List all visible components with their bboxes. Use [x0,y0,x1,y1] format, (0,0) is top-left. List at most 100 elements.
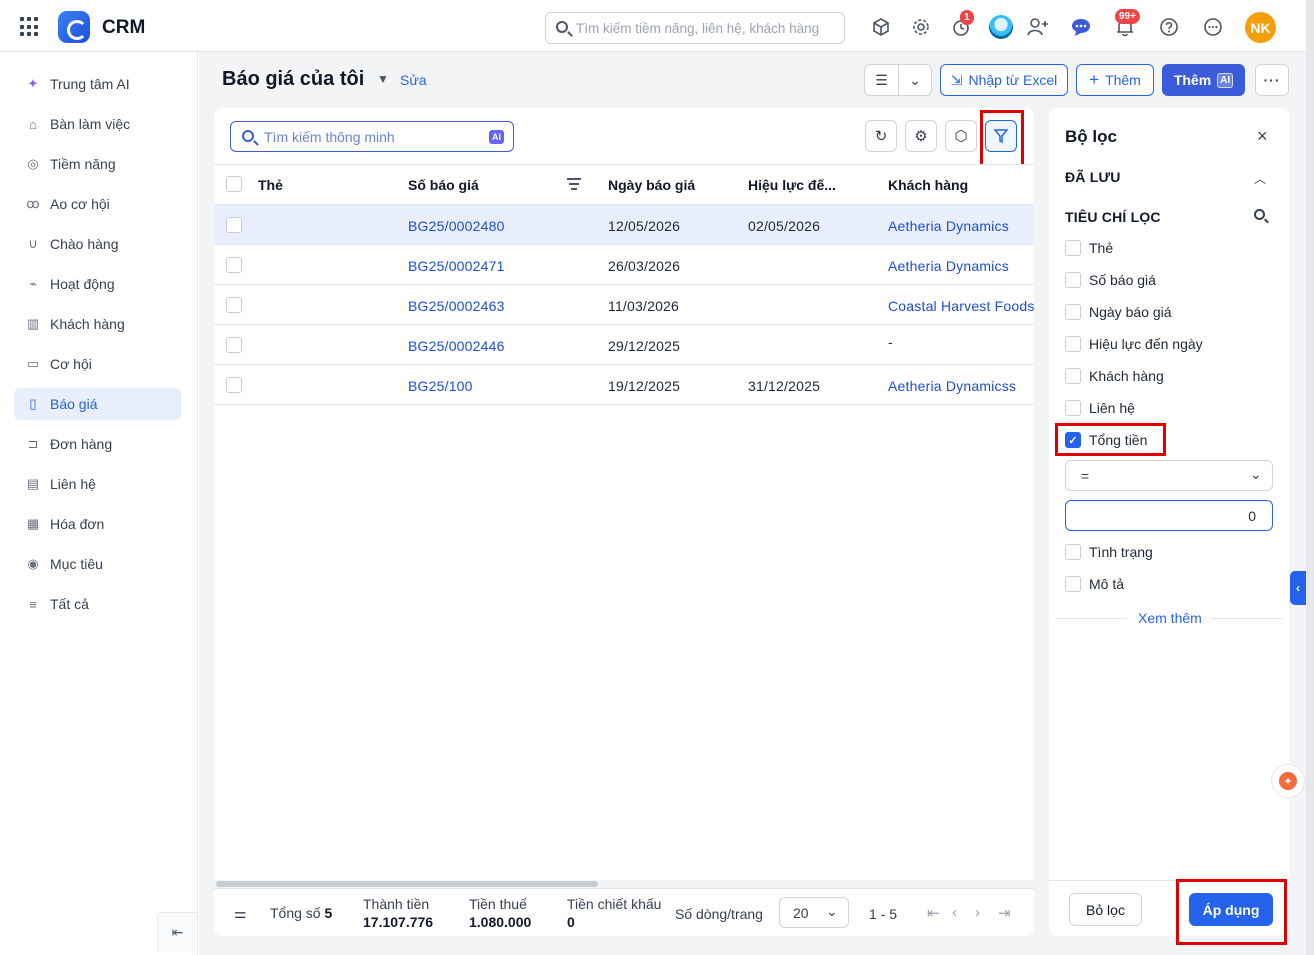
page-title[interactable]: Báo giá của tôi [222,68,364,91]
criterion-contact[interactable]: Liên hệ [1065,399,1135,417]
scrollbar-thumb[interactable] [216,881,598,887]
sidebar-item-activities[interactable]: ⌁ Hoạt động [14,268,181,300]
global-search[interactable] [545,12,845,44]
customer-link[interactable]: Aetheria Dynamics [888,258,1009,274]
chevron-up-icon[interactable]: ︿ [1254,170,1266,187]
select-all-checkbox[interactable] [226,176,242,192]
floating-assistant-button[interactable]: ✦ [1271,764,1305,798]
sidebar-item-opportunity-pool[interactable]: ꝏ Ao cơ hội [14,188,181,220]
customer-link[interactable]: Coastal Harvest Foods [888,298,1035,314]
table-settings-button[interactable]: ⚙ [905,120,937,152]
chevron-down-icon[interactable]: ⌄ [897,65,931,95]
criterion-checkbox[interactable] [1065,336,1081,352]
prev-page-icon[interactable]: ‹ [952,904,957,921]
operator-select[interactable]: = ⌄ [1065,460,1273,491]
first-page-icon[interactable]: ⇤ [927,904,940,922]
package-icon[interactable] [869,15,893,39]
clear-filter-button[interactable]: Bỏ lọc [1069,893,1142,926]
sidebar-item-quotes[interactable]: ▯ Báo giá [14,388,181,420]
help-icon[interactable] [1157,15,1181,39]
saved-filters-section[interactable]: ĐÃ LƯU [1065,169,1121,185]
table-row[interactable]: BG25/0002463 11/03/2026 Coastal Harvest … [214,285,1034,325]
column-header-tag[interactable]: Thẻ [258,177,283,193]
sidebar-item-leads[interactable]: ◎ Tiềm năng [14,148,181,180]
criterion-total-amount[interactable]: ✓ Tổng tiền [1065,431,1147,449]
sidebar-item-contacts[interactable]: ▤ Liên hệ [14,468,181,500]
filter-value-input[interactable] [1074,506,1256,526]
quote-number-link[interactable]: BG25/0002446 [408,338,505,354]
sidebar-item-opportunities[interactable]: ▭ Cơ hội [14,348,181,380]
smart-search[interactable]: AI [230,121,514,152]
import-excel-button[interactable]: ⇲ Nhập từ Excel [940,64,1068,96]
criterion-quote-number[interactable]: Số báo giá [1065,271,1156,289]
row-checkbox[interactable] [226,217,242,233]
user-avatar[interactable]: NK [1245,12,1276,43]
sort-icon[interactable] [567,178,581,190]
summary-settings-icon[interactable]: ⚌ [234,905,247,922]
horizontal-scrollbar[interactable] [214,880,1034,888]
quote-number-link[interactable]: BG25/0002463 [408,298,505,314]
edit-view-link[interactable]: Sửa [400,72,427,88]
criterion-checkbox[interactable] [1065,240,1081,256]
criterion-checkbox-checked[interactable]: ✓ [1065,432,1081,448]
more-apps-icon[interactable] [1201,15,1225,39]
criterion-valid-until[interactable]: Hiệu lực đến ngày [1065,335,1203,353]
criterion-tag[interactable]: Thẻ [1065,239,1113,257]
panel-toggle-tab[interactable]: ‹ [1290,571,1306,605]
customer-link[interactable]: Aetheria Dynamics [888,218,1009,234]
next-page-icon[interactable]: › [975,904,980,921]
sidebar-item-offers[interactable]: ∪ Chào hàng [14,228,181,260]
crm-logo[interactable] [58,11,90,43]
criterion-checkbox[interactable] [1065,304,1081,320]
global-search-input[interactable] [576,18,836,38]
close-icon[interactable]: × [1257,126,1268,147]
package-button[interactable]: ⬡ [945,120,977,152]
chat-icon[interactable] [1069,15,1093,39]
column-header-customer[interactable]: Khách hàng [888,177,968,193]
criteria-search-icon[interactable] [1254,209,1265,220]
criterion-checkbox[interactable] [1065,400,1081,416]
criterion-checkbox[interactable] [1065,576,1081,592]
list-view-icon[interactable]: ☰ [865,65,898,95]
last-page-icon[interactable]: ⇥ [998,904,1011,922]
add-button[interactable]: + Thêm [1076,64,1154,96]
quote-number-link[interactable]: BG25/100 [408,378,473,394]
criterion-status[interactable]: Tình trạng [1065,543,1153,561]
smart-search-input[interactable] [264,127,484,147]
chevron-down-icon[interactable]: ▼ [377,72,389,86]
apply-filter-button[interactable]: Áp dụng [1189,893,1273,926]
more-actions-button[interactable]: ··· [1255,64,1289,96]
criterion-checkbox[interactable] [1065,368,1081,384]
filter-button[interactable] [985,120,1017,152]
sidebar-item-customers[interactable]: ▥ Khách hàng [14,308,181,340]
add-with-ai-button[interactable]: Thêm AI [1162,64,1245,96]
sidebar-item-all[interactable]: ≡ Tất cả [14,588,181,620]
table-row[interactable]: BG25/0002480 12/05/2026 02/05/2026 Aethe… [214,205,1034,245]
sidebar-item-goals[interactable]: ◉ Mục tiêu [14,548,181,580]
app-launcher-icon[interactable] [20,17,40,37]
column-header-quote-date[interactable]: Ngày báo giá [608,177,695,193]
quote-number-link[interactable]: BG25/0002480 [408,218,505,234]
criterion-checkbox[interactable] [1065,272,1081,288]
table-row[interactable]: BG25/0002446 29/12/2025 - [214,325,1034,365]
sidebar-item-orders[interactable]: ⊐ Đơn hàng [14,428,181,460]
filter-value-field[interactable] [1065,500,1273,531]
criterion-description[interactable]: Mô tả [1065,575,1124,593]
row-checkbox[interactable] [226,377,242,393]
quote-number-link[interactable]: BG25/0002471 [408,258,505,274]
see-more-link[interactable]: Xem thêm [1138,610,1202,626]
table-row[interactable]: BG25/100 19/12/2025 31/12/2025 Aetheria … [214,365,1034,405]
settings-icon[interactable] [909,15,933,39]
criterion-customer[interactable]: Khách hàng [1065,367,1164,385]
customer-link[interactable]: Aetheria Dynamicss [888,378,1016,394]
sidebar-item-ai-center[interactable]: ✦ Trung tâm AI [14,68,181,100]
add-user-icon[interactable] [1026,15,1050,39]
refresh-button[interactable]: ↻ [865,120,897,152]
row-checkbox[interactable] [226,257,242,273]
rows-per-page-select[interactable]: 20 ⌄ [779,897,849,928]
collapse-sidebar-button[interactable]: ⇤ [157,912,197,952]
sidebar-item-invoices[interactable]: ▦ Hóa đơn [14,508,181,540]
ai-assistant-avatar[interactable] [989,15,1013,39]
sidebar-item-workspace[interactable]: ⌂ Bàn làm việc [14,108,181,140]
row-checkbox[interactable] [226,297,242,313]
